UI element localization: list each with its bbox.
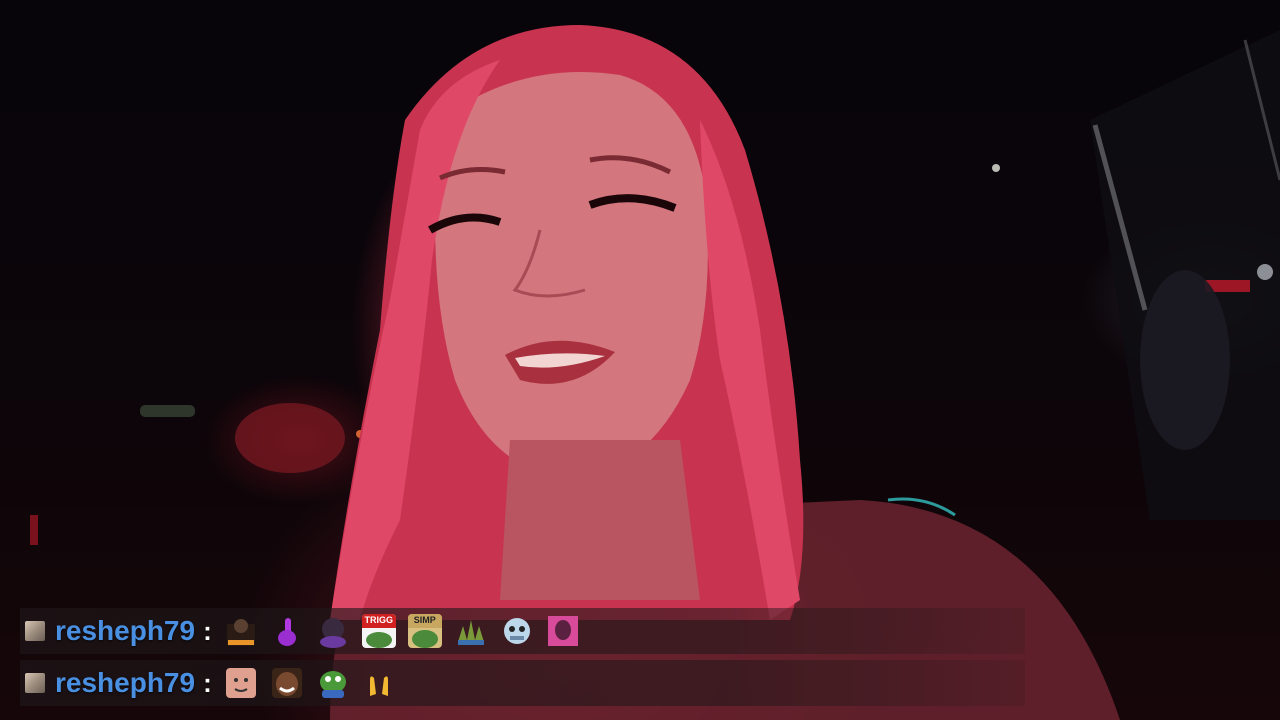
chat-separator: : bbox=[203, 615, 212, 646]
chat-separator: : bbox=[203, 667, 212, 698]
emote-list bbox=[224, 666, 396, 700]
face-emote-icon bbox=[224, 666, 258, 700]
dark-head-emote-icon bbox=[316, 614, 350, 648]
spiky-emote-icon bbox=[454, 614, 488, 648]
chat-username[interactable]: resheph79 bbox=[55, 608, 195, 654]
trigg-emote-icon: TRIGG bbox=[361, 614, 396, 648]
chat-username[interactable]: resheph79 bbox=[55, 660, 195, 706]
peepo-emote-icon bbox=[316, 666, 350, 700]
pink-portrait-emote-icon bbox=[546, 614, 580, 648]
clap-hands-emote-icon bbox=[362, 666, 396, 700]
chat-message: resheph79 : TRIGG SIMP bbox=[20, 608, 1025, 654]
chat-message: resheph79 : bbox=[20, 660, 1025, 706]
user-badge-icon bbox=[25, 621, 45, 641]
emote-list: TRIGG SIMP bbox=[224, 614, 580, 648]
trigg-emote-text: TRIGG bbox=[364, 615, 394, 625]
finger-emote-icon bbox=[270, 614, 304, 648]
robot-emote-icon bbox=[500, 614, 534, 648]
subscriber-emote-icon bbox=[224, 614, 258, 648]
simp-emote-text: SIMP bbox=[413, 615, 436, 625]
simp-emote-icon: SIMP bbox=[407, 614, 442, 648]
user-badge-icon bbox=[25, 673, 45, 693]
smiling-man-emote-icon bbox=[270, 666, 304, 700]
